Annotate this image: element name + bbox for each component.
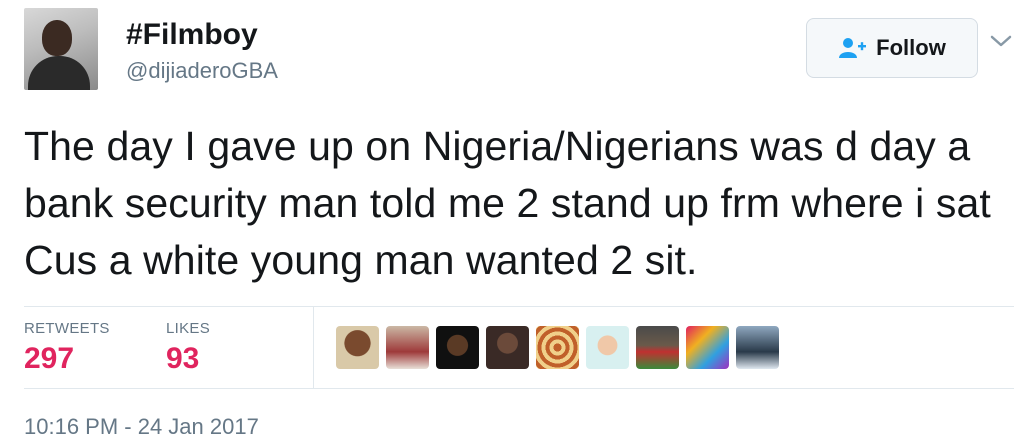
divider: [24, 388, 1014, 389]
avatar-body-shape: [28, 56, 90, 90]
tweet-text: The day I gave up on Nigeria/Nigerians w…: [24, 123, 991, 283]
liker-avatar[interactable]: [486, 326, 529, 369]
display-name[interactable]: #Filmboy: [126, 18, 258, 52]
tweet-timestamp[interactable]: 10:16 PM - 24 Jan 2017: [24, 414, 259, 440]
user-handle[interactable]: @dijiaderoGBA: [126, 58, 278, 84]
retweets-label[interactable]: RETWEETS: [24, 320, 110, 337]
follow-label: Follow: [876, 35, 946, 60]
chevron-down-icon[interactable]: [990, 34, 1012, 53]
liker-avatar[interactable]: [586, 326, 629, 369]
liker-avatars: [336, 326, 779, 369]
retweets-count[interactable]: 297: [24, 342, 74, 376]
follow-button[interactable]: Follow: [806, 18, 978, 78]
stats-divider: [313, 306, 314, 388]
liker-avatar[interactable]: [686, 326, 729, 369]
liker-avatar[interactable]: [436, 326, 479, 369]
liker-avatar[interactable]: [536, 326, 579, 369]
likes-label[interactable]: LIKES: [166, 320, 210, 337]
likes-count[interactable]: 93: [166, 342, 199, 376]
liker-avatar[interactable]: [636, 326, 679, 369]
profile-avatar[interactable]: [24, 8, 98, 90]
divider: [24, 306, 1014, 307]
liker-avatar[interactable]: [736, 326, 779, 369]
liker-avatar[interactable]: [336, 326, 379, 369]
liker-avatar[interactable]: [386, 326, 429, 369]
add-user-icon: [838, 37, 868, 59]
avatar-head-shape: [42, 20, 72, 56]
